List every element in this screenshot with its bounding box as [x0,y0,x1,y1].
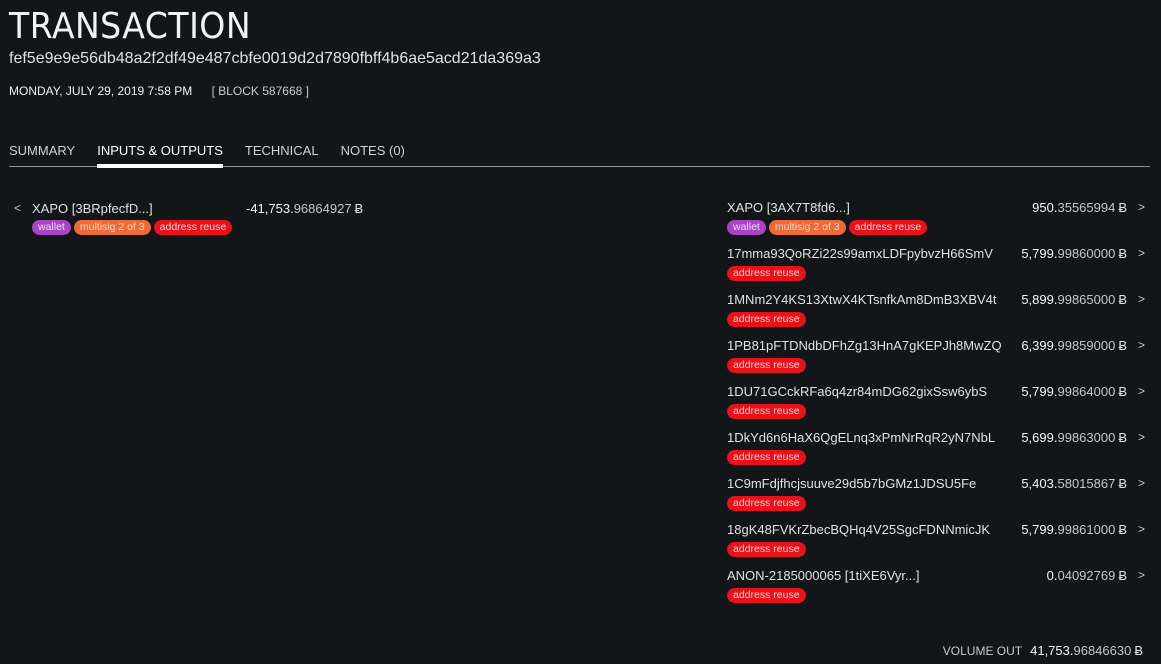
output-list-item[interactable]: 1C9mFdjfhcjsuuve29d5b7bGMz1JDSU5Fe 5,403… [727,476,1147,522]
chevron-right-icon[interactable]: > [1138,568,1145,582]
output-address[interactable]: 1PB81pFTDNdbDFhZg13HnA7gKEPJh8MwZQ [727,338,1002,353]
output-list-item[interactable]: XAPO [3AX7T8fd6...] 950.35565994 Ƀ > wall… [727,200,1147,246]
tag-address-reuse: address reuse [727,450,806,465]
bitcoin-icon: Ƀ [1134,643,1143,658]
volume-out-label: VOLUME OUT [942,644,1023,658]
tag-address-reuse: address reuse [727,588,806,603]
output-tags: address reuse [727,266,806,281]
output-list-item[interactable]: 1DkYd6n6HaX6QgELnq3xPmNrRqR2yN7NbL 5,699… [727,430,1147,476]
output-tags: address reuse [727,542,806,557]
output-amount: 5,403.58015867 Ƀ [1021,476,1127,491]
output-address[interactable]: 18gK48FVKrZbecBQHq4V25SgcFDNNmicJK [727,522,990,537]
output-address[interactable]: 1C9mFdjfhcjsuuve29d5b7bGMz1JDSU5Fe [727,476,976,491]
output-list-item[interactable]: 1PB81pFTDNdbDFhZg13HnA7gKEPJh8MwZQ 6,399… [727,338,1147,384]
volume-out: VOLUME OUT 41,753.96846630 Ƀ [943,643,1143,658]
output-tags: address reuse [727,358,806,373]
tab-technical[interactable]: TECHNICAL [245,143,319,167]
chevron-right-icon[interactable]: > [1138,522,1145,536]
chevron-right-icon[interactable]: > [1138,292,1145,306]
output-address[interactable]: XAPO [3AX7T8fd6...] [727,200,850,215]
bitcoin-icon: Ƀ [1118,522,1127,537]
output-tags: address reuse [727,404,806,419]
chevron-right-icon[interactable]: > [1138,476,1145,490]
output-amount: 0.04092769 Ƀ [1046,568,1127,583]
bitcoin-icon: Ƀ [1118,200,1127,215]
output-list-item[interactable]: 1DU71GCckRFa6q4zr84mDG62gixSsw6ybS 5,799… [727,384,1147,430]
output-amount: 5,899.99865000 Ƀ [1021,292,1127,307]
output-list-item[interactable]: 17mma93QoRZi22s99amxLDFpybvzH66SmV 5,799… [727,246,1147,292]
output-tags: address reuse [727,450,806,465]
input-list-item[interactable]: < XAPO [3BRpfecfD...] -41,753.96864927 Ƀ… [14,200,374,235]
output-tags: address reuse [727,496,806,511]
chevron-right-icon[interactable]: > [1138,200,1145,214]
output-tags: address reuse [727,312,806,327]
bitcoin-icon: Ƀ [1118,384,1127,399]
chevron-right-icon[interactable]: > [1138,246,1145,260]
tag-address-reuse: address reuse [727,542,806,557]
chevron-left-icon[interactable]: < [14,201,32,215]
tag-address-reuse: address reuse [848,220,928,235]
input-address[interactable]: XAPO [3BRpfecfD...] [32,201,246,216]
tag-wallet: wallet [32,220,71,235]
chevron-right-icon[interactable]: > [1138,384,1145,398]
tag-multisig: multisig 2 of 3 [73,220,151,235]
chevron-right-icon[interactable]: > [1138,338,1145,352]
block-link[interactable]: [ BLOCK 587668 ] [212,84,309,98]
output-address[interactable]: 1DU71GCckRFa6q4zr84mDG62gixSsw6ybS [727,384,987,399]
output-address[interactable]: 17mma93QoRZi22s99amxLDFpybvzH66SmV [727,246,993,261]
output-amount: 5,799.99860000 Ƀ [1021,246,1127,261]
chevron-right-icon[interactable]: > [1138,430,1145,444]
output-tags: address reuse [727,588,806,603]
tag-address-reuse: address reuse [727,312,806,327]
input-amount: -41,753.96864927 [246,200,352,216]
bitcoin-icon: Ƀ [1118,568,1127,583]
bitcoin-icon: Ƀ [354,200,364,216]
volume-out-amount: 41,753.96846630 [1030,643,1132,658]
output-list: XAPO [3AX7T8fd6...] 950.35565994 Ƀ > wall… [727,200,1147,614]
output-tags: wallet multisig 2 of 3 address reuse [727,220,928,235]
tag-address-reuse: address reuse [727,404,806,419]
bitcoin-icon: Ƀ [1118,476,1127,491]
tab-notes[interactable]: NOTES (0) [341,143,405,167]
transaction-datetime: MONDAY, JULY 29, 2019 7:58 PM [9,84,193,98]
bitcoin-icon: Ƀ [1118,338,1127,353]
output-amount: 5,699.99863000 Ƀ [1021,430,1127,445]
output-amount: 6,399.99859000 Ƀ [1021,338,1127,353]
output-address[interactable]: 1DkYd6n6HaX6QgELnq3xPmNrRqR2yN7NbL [727,430,995,445]
tag-address-reuse: address reuse [727,496,806,511]
bitcoin-icon: Ƀ [1118,246,1127,261]
bitcoin-icon: Ƀ [1118,292,1127,307]
input-tags: wallet multisig 2 of 3 address reuse [32,220,374,235]
output-list-item[interactable]: ANON-2185000065 [1tiXE6Vyr...] 0.0409276… [727,568,1147,614]
tag-address-reuse: address reuse [727,266,806,281]
output-amount: 5,799.99864000 Ƀ [1021,384,1127,399]
tab-inputs-outputs[interactable]: INPUTS & OUTPUTS [97,143,223,168]
output-address[interactable]: 1MNm2Y4KS13XtwX4KTsnfkAm8DmB3XBV4t [727,292,997,307]
output-amount: 950.35565994 Ƀ [1032,200,1127,215]
tag-address-reuse: address reuse [153,220,233,235]
tag-multisig: multisig 2 of 3 [768,220,846,235]
transaction-meta: MONDAY, JULY 29, 2019 7:58 PM [ BLOCK 58… [9,84,309,98]
output-list-item[interactable]: 18gK48FVKrZbecBQHq4V25SgcFDNNmicJK 5,799… [727,522,1147,568]
tag-wallet: wallet [727,220,766,235]
output-list-item[interactable]: 1MNm2Y4KS13XtwX4KTsnfkAm8DmB3XBV4t 5,899… [727,292,1147,338]
transaction-id: fef5e9e9e56db48a2f2df49e487cbfe0019d2d78… [9,50,541,67]
page-title: TRANSACTION [9,6,252,47]
output-address[interactable]: ANON-2185000065 [1tiXE6Vyr...] [727,568,919,583]
tab-summary[interactable]: SUMMARY [9,143,75,167]
bitcoin-icon: Ƀ [1118,430,1127,445]
output-amount: 5,799.99861000 Ƀ [1021,522,1127,537]
tab-bar: SUMMARY INPUTS & OUTPUTS TECHNICAL NOTES… [9,143,1150,168]
tag-address-reuse: address reuse [727,358,806,373]
